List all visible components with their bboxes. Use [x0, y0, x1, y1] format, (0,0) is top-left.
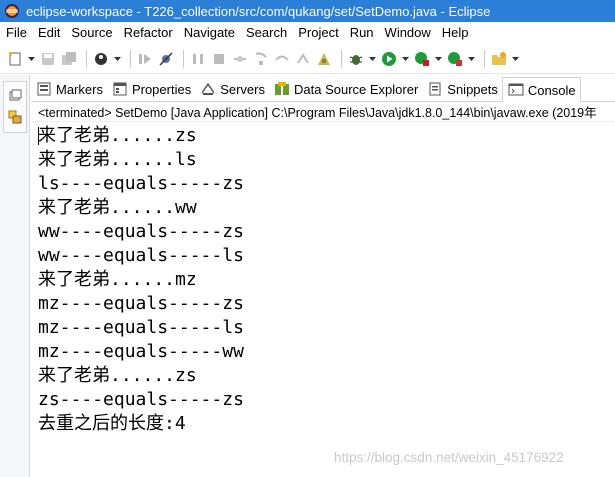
tab-data-source-explorer[interactable]: Data Source Explorer — [269, 77, 422, 101]
disconnect-icon[interactable] — [231, 50, 249, 68]
tab-properties[interactable]: Properties — [107, 77, 195, 101]
toolbar-separator — [484, 50, 485, 68]
chevron-down-icon[interactable] — [368, 50, 376, 68]
console-line: 来了老弟......ls — [38, 149, 197, 170]
save-icon[interactable] — [39, 50, 57, 68]
new-icon[interactable] — [6, 50, 24, 68]
minimized-view-strip — [0, 75, 30, 477]
toolbar-separator — [183, 50, 184, 68]
console-line: ww----equals-----zs — [38, 221, 244, 242]
tab-label: Servers — [220, 81, 265, 97]
menu-navigate[interactable]: Navigate — [180, 25, 239, 40]
tab-label: Console — [527, 82, 576, 98]
toolbar-separator — [130, 50, 131, 68]
chevron-down-icon[interactable] — [434, 50, 442, 68]
menu-project[interactable]: Project — [294, 25, 342, 40]
tab-label: Markers — [56, 81, 103, 97]
debug-skip-icon[interactable] — [92, 50, 110, 68]
coverage-icon[interactable] — [315, 50, 333, 68]
console-line: mz----equals-----zs — [38, 293, 244, 314]
restore-icon[interactable] — [7, 87, 23, 103]
console-status-line: <terminated> SetDemo [Java Application] … — [31, 102, 615, 122]
main-toolbar — [0, 45, 615, 74]
tab-label: Snippets — [447, 81, 498, 97]
terminate-icon[interactable] — [210, 50, 228, 68]
menu-search[interactable]: Search — [242, 25, 291, 40]
debug-icon[interactable] — [347, 50, 365, 68]
skip-breakpoints-icon[interactable] — [157, 50, 175, 68]
step-return-icon[interactable] — [294, 50, 312, 68]
menu-bar: File Edit Source Refactor Navigate Searc… — [0, 22, 615, 43]
step-over-icon[interactable] — [273, 50, 291, 68]
menu-window[interactable]: Window — [381, 25, 435, 40]
menu-source[interactable]: Source — [67, 25, 116, 40]
menu-run[interactable]: Run — [346, 25, 378, 40]
run-coverage-icon[interactable] — [413, 50, 431, 68]
chevron-down-icon[interactable] — [467, 50, 475, 68]
toolbar-separator — [86, 50, 87, 68]
tab-label: Data Source Explorer — [294, 81, 419, 97]
external-tools-icon[interactable] — [446, 50, 464, 68]
markers-icon — [37, 82, 51, 96]
tab-snippets[interactable]: Snippets — [422, 77, 502, 101]
chevron-down-icon[interactable] — [113, 50, 121, 68]
menu-help[interactable]: Help — [438, 25, 473, 40]
tab-label: Properties — [131, 81, 192, 97]
console-line: 来了老弟......zs — [38, 365, 197, 386]
data-source-icon — [275, 82, 289, 95]
title-bar: eclipse-workspace - T226_collection/src/… — [0, 0, 615, 22]
tab-servers[interactable]: Servers — [195, 77, 269, 101]
tab-markers[interactable]: Markers — [31, 77, 107, 101]
console-line: 来了老弟......ww — [38, 197, 197, 218]
console-output[interactable]: 来了老弟......zs 来了老弟......ls ls----equals--… — [38, 124, 608, 436]
eclipse-icon — [5, 4, 19, 18]
suspend-icon[interactable] — [189, 50, 207, 68]
servers-icon — [201, 82, 215, 95]
chevron-down-icon[interactable] — [511, 50, 519, 68]
new-folder-icon[interactable] — [490, 50, 508, 68]
console-line: 来了老弟......zs — [38, 125, 197, 146]
console-line: mz----equals-----ww — [38, 341, 244, 362]
tab-console[interactable]: Console — [501, 77, 581, 102]
console-line: mz----equals-----ls — [38, 317, 244, 338]
menu-refactor[interactable]: Refactor — [120, 25, 177, 40]
resume-icon[interactable] — [136, 50, 154, 68]
console-icon — [508, 83, 524, 96]
save-all-icon[interactable] — [60, 50, 78, 68]
console-line: ls----equals-----zs — [38, 173, 244, 194]
chevron-down-icon[interactable] — [401, 50, 409, 68]
watermark: https://blog.csdn.net/weixin_45176922 — [334, 450, 564, 465]
window-title: eclipse-workspace - T226_collection/src/… — [26, 3, 491, 19]
console-line: ww----equals-----ls — [38, 245, 244, 266]
run-icon[interactable] — [380, 50, 398, 68]
step-into-icon[interactable] — [252, 50, 270, 68]
package-explorer-icon[interactable] — [7, 109, 23, 125]
menu-edit[interactable]: Edit — [34, 25, 64, 40]
properties-icon — [113, 82, 127, 96]
console-line: zs----equals-----zs — [38, 389, 244, 410]
chevron-down-icon[interactable] — [27, 50, 35, 68]
console-line: 去重之后的长度:4 — [38, 413, 186, 434]
view-tab-bar: Markers Properties Servers Data Source E… — [31, 77, 615, 102]
snippets-icon — [429, 82, 441, 96]
console-line: 来了老弟......mz — [38, 269, 197, 290]
toolbar-separator — [341, 50, 342, 68]
menu-file[interactable]: File — [2, 25, 31, 40]
